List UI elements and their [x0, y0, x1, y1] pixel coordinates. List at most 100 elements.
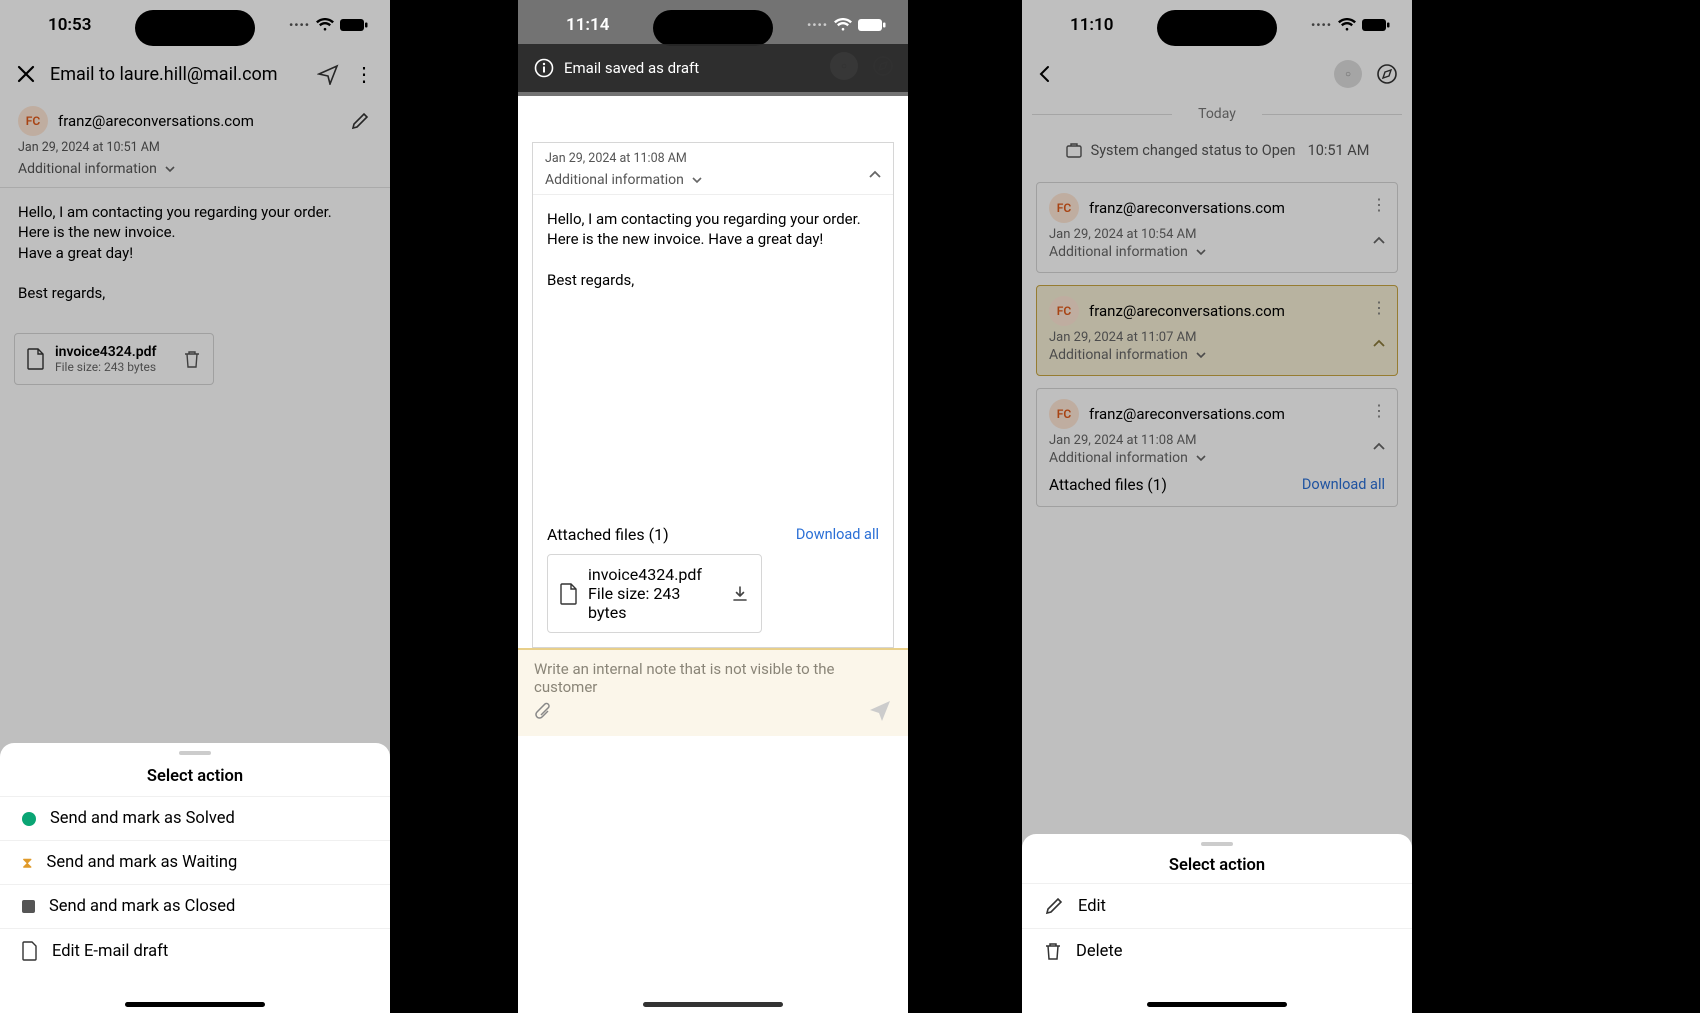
- cellular-icon: ••••: [807, 18, 828, 32]
- attached-label: Attached files (1): [1049, 476, 1167, 494]
- action-label: Edit E-mail draft: [52, 942, 168, 961]
- status-square-closed: [22, 900, 35, 913]
- additional-info-label: Additional information: [18, 161, 157, 177]
- status-time: 11:14: [566, 15, 609, 35]
- sender-avatar: FC: [1049, 296, 1079, 326]
- chevron-down-icon: [1194, 245, 1208, 259]
- message-area: Jan 29, 2024 at 11:08 AM Additional info…: [518, 50, 908, 736]
- conversation-card[interactable]: ⋮ FC franz@areconversations.com Jan 29, …: [1036, 182, 1398, 273]
- additional-info-toggle[interactable]: Additional information: [1049, 450, 1385, 466]
- chevron-up-icon[interactable]: [1371, 233, 1387, 249]
- body-line: Have a great day!: [18, 243, 372, 263]
- action-send-waiting[interactable]: ⧗ Send and mark as Waiting: [0, 840, 390, 884]
- home-indicator: [643, 1002, 783, 1007]
- info-icon: [534, 58, 554, 78]
- sender-email: franz@areconversations.com: [1089, 199, 1285, 217]
- toast-text: Email saved as draft: [564, 59, 699, 77]
- chevron-down-icon: [690, 173, 704, 187]
- additional-info-label: Additional information: [545, 172, 684, 188]
- status-time: 10:53: [48, 15, 91, 35]
- system-event: System changed status to Open 10:51 AM: [1022, 130, 1412, 176]
- additional-info-label: Additional information: [1049, 450, 1188, 466]
- phone-1: 10:53 •••• Email to laure.hill@mail.com …: [0, 0, 390, 1013]
- action-sheet: Select action Send and mark as Solved ⧗ …: [0, 743, 390, 1013]
- download-icon[interactable]: [731, 585, 749, 603]
- status-dot-solved: [22, 812, 36, 826]
- back-icon[interactable]: [1036, 65, 1054, 83]
- attachment-meta: invoice4324.pdf File size: 243 bytes: [55, 344, 156, 374]
- cellular-icon: ••••: [1311, 18, 1332, 32]
- internal-note-input[interactable]: Write an internal note that is not visib…: [518, 648, 908, 736]
- header-actions: ○: [1334, 60, 1398, 88]
- download-all-link[interactable]: Download all: [1302, 476, 1385, 494]
- attachment-size: File size: 243 bytes: [55, 360, 156, 374]
- more-icon[interactable]: ⋮: [1371, 298, 1387, 317]
- more-icon[interactable]: ⋮: [1371, 195, 1387, 214]
- trash-icon[interactable]: [183, 349, 201, 369]
- sender-avatar: FC: [1049, 193, 1079, 223]
- download-all-link[interactable]: Download all: [796, 526, 879, 543]
- chevron-down-icon: [1194, 451, 1208, 465]
- sheet-grabber[interactable]: [1201, 842, 1233, 846]
- additional-info-toggle[interactable]: Additional information: [545, 168, 881, 188]
- edit-icon[interactable]: [348, 109, 372, 133]
- attachment-meta: invoice4324.pdf File size: 243 bytes: [588, 565, 721, 622]
- more-icon[interactable]: ⋮: [352, 62, 376, 86]
- chevron-up-icon[interactable]: [1371, 439, 1387, 455]
- attach-icon[interactable]: [534, 702, 552, 722]
- action-label: Send and mark as Waiting: [47, 853, 238, 872]
- attached-header: Attached files (1) Download all: [1049, 466, 1385, 494]
- action-edit[interactable]: Edit: [1022, 883, 1412, 928]
- wifi-icon: [834, 18, 852, 32]
- action-delete[interactable]: Delete: [1022, 928, 1412, 973]
- card-date: Jan 29, 2024 at 11:07 AM: [1049, 326, 1385, 347]
- additional-info-toggle[interactable]: Additional information: [1049, 244, 1385, 260]
- chevron-up-icon[interactable]: [1371, 336, 1387, 352]
- status-right: ••••: [1311, 18, 1390, 32]
- action-send-solved[interactable]: Send and mark as Solved: [0, 796, 390, 840]
- battery-icon: [858, 18, 886, 32]
- body-line: Here is the new invoice.: [18, 222, 372, 242]
- close-icon[interactable]: [14, 62, 38, 86]
- additional-info-toggle[interactable]: Additional information: [1049, 347, 1385, 363]
- additional-info-toggle[interactable]: Additional information: [0, 157, 390, 188]
- sender-row: FC franz@areconversations.com: [0, 98, 390, 138]
- sheet-title: Select action: [0, 761, 390, 796]
- conversation-card-selected[interactable]: ⋮ FC franz@areconversations.com Jan 29, …: [1036, 285, 1398, 376]
- send-icon[interactable]: [316, 62, 340, 86]
- action-sheet: Select action Edit Delete: [1022, 834, 1412, 1013]
- body-signoff: Best regards,: [547, 270, 879, 290]
- attached-label: Attached files (1): [547, 525, 669, 544]
- attached-header: Attached files (1) Download all: [533, 515, 893, 550]
- chevron-down-icon: [1194, 348, 1208, 362]
- note-placeholder: Write an internal note that is not visib…: [534, 660, 892, 696]
- message-card: Jan 29, 2024 at 11:08 AM Additional info…: [532, 142, 894, 648]
- body-text: Hello, I am contacting you regarding you…: [547, 209, 879, 250]
- sender-email: franz@areconversations.com: [58, 112, 254, 130]
- file-icon: [27, 348, 45, 370]
- conversation-card[interactable]: ⋮ FC franz@areconversations.com Jan 29, …: [1036, 388, 1398, 507]
- action-edit-draft[interactable]: Edit E-mail draft: [0, 928, 390, 973]
- chevron-up-icon[interactable]: [867, 167, 883, 183]
- home-indicator: [125, 1002, 265, 1007]
- phone-2: 11:14 •••• Email saved as draft ○ Jan 29…: [518, 0, 908, 1013]
- send-icon[interactable]: [868, 698, 892, 722]
- trash-icon: [1044, 941, 1062, 961]
- sheet-grabber[interactable]: [179, 751, 211, 755]
- battery-icon: [340, 18, 368, 32]
- compose-icon[interactable]: [1376, 63, 1398, 85]
- system-time: 10:51 AM: [1308, 142, 1370, 160]
- attachment-card[interactable]: invoice4324.pdf File size: 243 bytes: [14, 333, 214, 385]
- today-label: Today: [1198, 106, 1236, 122]
- action-label: Send and mark as Solved: [50, 809, 235, 828]
- additional-info-label: Additional information: [1049, 347, 1188, 363]
- status-time: 11:10: [1070, 15, 1113, 35]
- attachment-card[interactable]: invoice4324.pdf File size: 243 bytes: [547, 554, 762, 633]
- avatar-icon[interactable]: ○: [1334, 60, 1362, 88]
- action-label: Send and mark as Closed: [49, 897, 235, 916]
- card-date: Jan 29, 2024 at 10:54 AM: [1049, 223, 1385, 244]
- toast-saved-draft: Email saved as draft: [518, 44, 908, 92]
- sender-avatar: FC: [1049, 399, 1079, 429]
- more-icon[interactable]: ⋮: [1371, 401, 1387, 420]
- action-send-closed[interactable]: Send and mark as Closed: [0, 884, 390, 928]
